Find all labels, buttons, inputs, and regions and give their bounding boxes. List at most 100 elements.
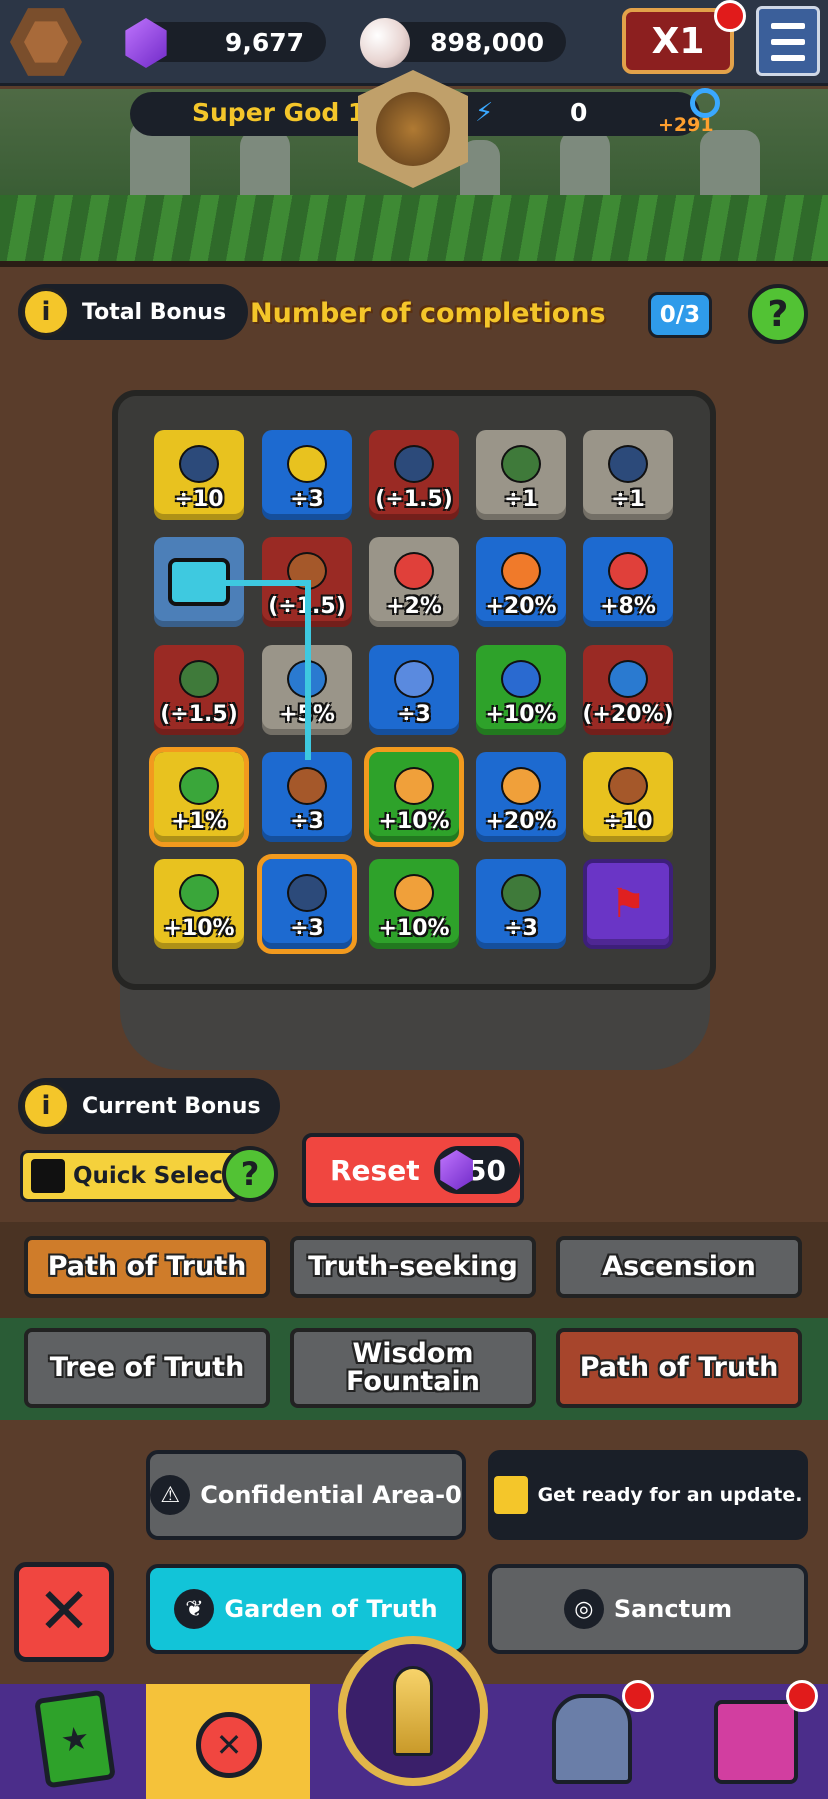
tile[interactable]: (+20%) bbox=[582, 645, 674, 735]
bullet-icon bbox=[393, 1666, 433, 1756]
card-star-icon[interactable]: ★ bbox=[34, 1689, 116, 1789]
tab-path-of-truth[interactable]: Path of Truth bbox=[24, 1236, 270, 1298]
quick-select-checkbox[interactable] bbox=[31, 1159, 65, 1193]
profile-hex-button[interactable] bbox=[10, 8, 82, 76]
completions-count-badge: 0/3 bbox=[648, 292, 712, 338]
update-notice: Get ready for an update. bbox=[488, 1450, 808, 1540]
tile[interactable]: +20% bbox=[476, 752, 566, 842]
tile[interactable]: ÷3 bbox=[257, 854, 357, 954]
menu-button[interactable] bbox=[756, 6, 820, 76]
tile[interactable]: +1% bbox=[149, 747, 249, 847]
pearl-icon bbox=[360, 18, 410, 68]
notification-dot bbox=[622, 1680, 654, 1712]
energy-value: 0 bbox=[570, 98, 588, 127]
tab-wisdom-fountain[interactable]: Wisdom Fountain bbox=[290, 1328, 536, 1408]
tile[interactable]: ÷3 bbox=[369, 645, 459, 735]
tile[interactable]: ÷3 bbox=[262, 430, 352, 520]
tile[interactable]: +20% bbox=[476, 537, 566, 627]
current-bonus-button[interactable]: i Current Bonus bbox=[18, 1078, 280, 1134]
target-up-icon bbox=[179, 874, 219, 912]
info-icon: i bbox=[22, 1082, 70, 1130]
total-bonus-button[interactable]: i Total Bonus bbox=[18, 284, 248, 340]
completions-count: 0/3 bbox=[659, 302, 701, 328]
reset-cost-pill: 50 bbox=[433, 1146, 520, 1194]
close-icon: ✕ bbox=[37, 1575, 91, 1649]
lightning-down-icon bbox=[287, 874, 327, 912]
nav-tab-active[interactable]: ✕ bbox=[146, 1684, 310, 1799]
star-up-icon bbox=[501, 767, 541, 805]
tile[interactable]: +10% bbox=[369, 859, 459, 949]
wall-heart-icon bbox=[608, 767, 648, 805]
quick-select-toggle[interactable]: Quick Select bbox=[20, 1150, 240, 1202]
tile[interactable]: ÷1 bbox=[583, 430, 673, 520]
sanctum-button[interactable]: ◎ Sanctum bbox=[488, 1564, 808, 1654]
notification-dot bbox=[714, 0, 746, 32]
dragon-heart-icon bbox=[501, 445, 541, 483]
tile[interactable]: ÷1 bbox=[476, 430, 566, 520]
tab-ascension[interactable]: Ascension bbox=[556, 1236, 802, 1298]
quick-select-label: Quick Select bbox=[73, 1163, 235, 1189]
tile[interactable]: ÷3 bbox=[262, 752, 352, 842]
tile[interactable]: +8% bbox=[583, 537, 673, 627]
tab-truth-seeking[interactable]: Truth-seeking bbox=[290, 1236, 536, 1298]
fire-up-icon bbox=[501, 552, 541, 590]
heart-up-icon bbox=[608, 552, 648, 590]
dragon-heart-icon bbox=[179, 660, 219, 698]
divider bbox=[0, 261, 828, 267]
leaf-icon: ❦ bbox=[174, 1589, 215, 1629]
board-base bbox=[120, 980, 710, 1070]
goal-tile[interactable]: ⚑ bbox=[583, 859, 673, 949]
search-icon[interactable] bbox=[690, 88, 720, 118]
tile[interactable]: (÷1.5) bbox=[154, 645, 244, 735]
path-line bbox=[305, 580, 311, 760]
rank-name: Super God 1 bbox=[192, 98, 366, 127]
reset-button[interactable]: Reset 50 bbox=[302, 1133, 524, 1207]
current-bonus-label: Current Bonus bbox=[82, 1093, 261, 1119]
lock-icon bbox=[493, 1476, 528, 1514]
lightning-down-icon bbox=[394, 445, 434, 483]
shop-icon[interactable] bbox=[714, 1700, 798, 1784]
secondary-tabs: Tree of Truth Wisdom Fountain Path of Tr… bbox=[0, 1318, 828, 1420]
wall-heart-icon bbox=[287, 767, 327, 805]
tile[interactable]: +10% bbox=[364, 747, 464, 847]
tab-path-of-truth-zone[interactable]: Path of Truth bbox=[556, 1328, 802, 1408]
lightning-down-icon bbox=[608, 445, 648, 483]
dragon-heart-icon bbox=[501, 874, 541, 912]
path-line bbox=[200, 580, 310, 586]
tile[interactable]: ÷10 bbox=[154, 430, 244, 520]
heart-up-icon bbox=[394, 552, 434, 590]
tile[interactable]: +10% bbox=[476, 645, 566, 735]
flag-icon: ⚑ bbox=[610, 881, 646, 927]
total-bonus-label: Total Bonus bbox=[82, 299, 227, 325]
crit-up-icon bbox=[608, 660, 648, 698]
bullet-main-button[interactable] bbox=[338, 1636, 488, 1786]
tile[interactable]: ÷10 bbox=[583, 752, 673, 842]
sanctum-icon: ◎ bbox=[563, 1589, 604, 1629]
star-up-icon bbox=[394, 767, 434, 805]
primary-tabs: Path of Truth Truth-seeking Ascension bbox=[0, 1222, 828, 1318]
gem-count: 9,677 bbox=[224, 27, 304, 57]
star-up-icon bbox=[394, 874, 434, 912]
lightning-up-icon bbox=[501, 660, 541, 698]
potion-coin-icon bbox=[394, 660, 434, 698]
help-button[interactable]: ? bbox=[748, 284, 808, 344]
grass-decoration bbox=[0, 195, 828, 261]
reset-label: Reset bbox=[330, 1153, 420, 1187]
notification-dot bbox=[786, 1680, 818, 1712]
menu-icon bbox=[771, 23, 805, 29]
confidential-area-button[interactable]: ⚠ Confidential Area-0 bbox=[146, 1450, 466, 1540]
coin-down-icon bbox=[287, 445, 327, 483]
tile[interactable]: (÷1.5) bbox=[369, 430, 459, 520]
tile[interactable]: ÷3 bbox=[476, 859, 566, 949]
target-up-icon bbox=[179, 767, 219, 805]
quick-select-help-button[interactable]: ? bbox=[222, 1146, 278, 1202]
close-icon: ✕ bbox=[196, 1712, 262, 1778]
warning-icon: ⚠ bbox=[150, 1475, 191, 1515]
tile[interactable]: +2% bbox=[369, 537, 459, 627]
close-button[interactable]: ✕ bbox=[14, 1562, 114, 1662]
portal-icon[interactable] bbox=[552, 1694, 632, 1784]
completions-label: Number of completions bbox=[250, 298, 606, 329]
tile[interactable]: +10% bbox=[154, 859, 244, 949]
info-icon: i bbox=[22, 288, 70, 336]
tab-tree-of-truth[interactable]: Tree of Truth bbox=[24, 1328, 270, 1408]
